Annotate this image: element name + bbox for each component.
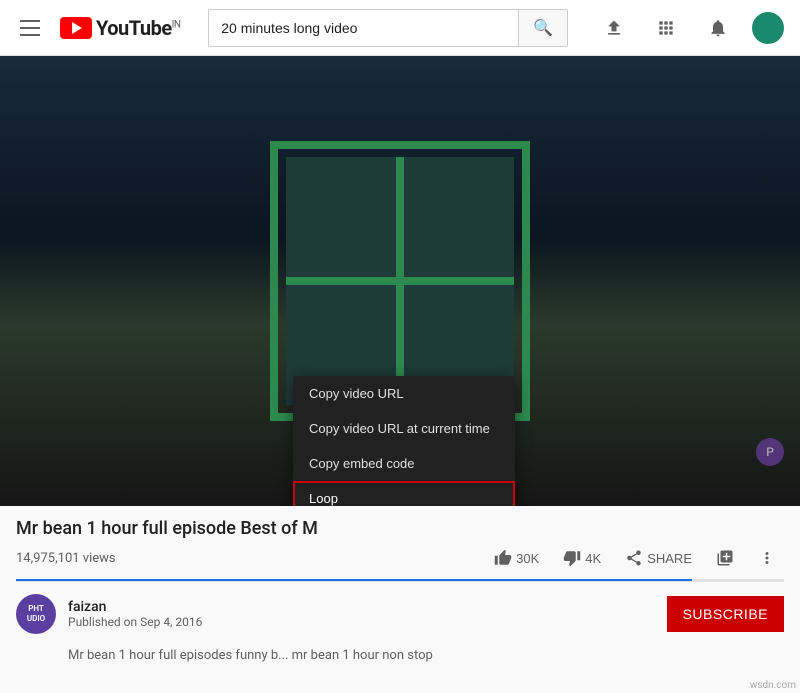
context-menu-copy-embed[interactable]: Copy embed code [293,446,515,481]
search-input[interactable] [209,12,518,44]
share-button[interactable]: SHARE [617,545,700,571]
dislike-count: 4K [585,551,601,566]
video-title: Mr bean 1 hour full episode Best of M [16,518,784,539]
logo-suffix: IN [172,19,181,30]
header-right [596,10,784,46]
video-meta-row: 14,975,101 views 30K 4K SHARE [16,545,784,571]
youtube-logo[interactable]: YouTubeIN [60,16,181,40]
header-left: YouTubeIN [16,16,181,40]
video-info: Mr bean 1 hour full episode Best of M 14… [0,506,800,571]
logo-name: YouTube [96,16,172,40]
action-buttons: 30K 4K SHARE [486,545,784,571]
youtube-icon [60,17,92,39]
search-bar: 🔍 [208,9,568,47]
subscribe-button[interactable]: SUBSCRIBE [667,596,784,632]
dislike-button[interactable]: 4K [555,545,609,571]
notifications-icon[interactable] [700,10,736,46]
progress-fill [16,579,692,581]
share-label: SHARE [647,551,692,566]
like-button[interactable]: 30K [486,545,547,571]
hamburger-menu-icon[interactable] [16,16,44,40]
channel-info: faizan Published on Sep 4, 2016 [68,599,655,629]
header: YouTubeIN 🔍 [0,0,800,56]
more-button[interactable] [750,545,784,571]
publish-date: Published on Sep 4, 2016 [68,615,655,629]
upload-icon[interactable] [596,10,632,46]
context-menu-loop[interactable]: Loop [293,481,515,506]
logo-text: YouTubeIN [96,16,181,40]
like-count: 30K [516,551,539,566]
context-menu-copy-url-time[interactable]: Copy video URL at current time [293,411,515,446]
channel-row: PHTUDIO faizan Published on Sep 4, 2016 … [0,582,800,646]
video-player[interactable]: P Copy video URL Copy video URL at curre… [0,56,800,506]
watermark-credit: wsdn.com [750,680,796,691]
context-menu-copy-url[interactable]: Copy video URL [293,376,515,411]
video-progress-bar[interactable] [16,579,784,581]
add-to-playlist-button[interactable] [708,545,742,571]
video-watermark: P [756,438,784,466]
apps-icon[interactable] [648,10,684,46]
header-search: 🔍 [201,9,576,47]
channel-name[interactable]: faizan [68,599,655,615]
context-menu: Copy video URL Copy video URL at current… [293,376,515,506]
user-avatar[interactable] [752,12,784,44]
video-description: Mr bean 1 hour full episodes funny b... … [0,646,800,678]
search-button[interactable]: 🔍 [518,10,567,46]
view-count: 14,975,101 views [16,551,116,566]
channel-avatar[interactable]: PHTUDIO [16,594,56,634]
